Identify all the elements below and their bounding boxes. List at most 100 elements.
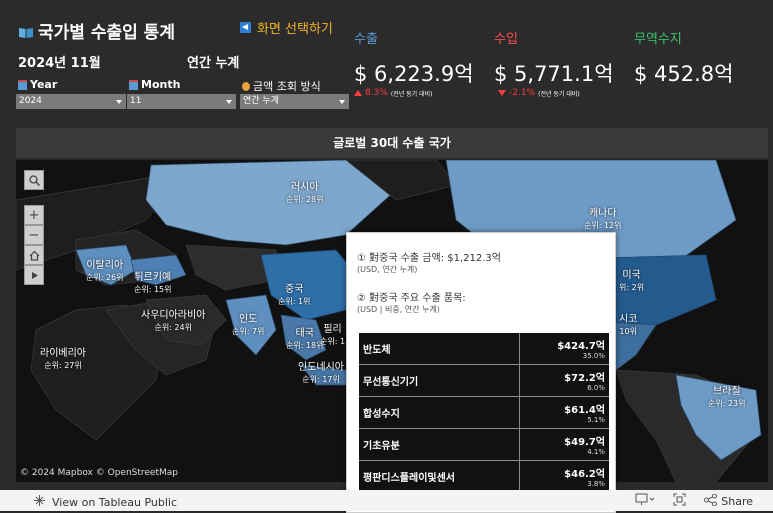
calendar-icon <box>129 79 138 90</box>
tooltip-export-amount: ① 對중국 수출 금액: $1,212.3억 <box>357 253 501 264</box>
item-value: $49.7억 4.1% <box>518 428 609 461</box>
country-rank: 순위: 26위 <box>86 273 124 282</box>
country-rank: 순위: 7위 <box>232 327 265 336</box>
country-rank: 순위: 28위 <box>286 195 324 204</box>
item-name: 반도체 <box>359 333 520 365</box>
map-controls: + − <box>24 170 44 285</box>
country-label: 이탈리아 순위: 26위 <box>86 260 124 284</box>
country-name: 러시아 <box>290 182 319 193</box>
calendar-icon <box>18 79 27 90</box>
share-icon <box>704 493 718 509</box>
country-label: 시코 10위 <box>619 314 637 338</box>
country-label: 인도 순위: 7위 <box>232 314 264 338</box>
money-bag-icon <box>242 81 250 91</box>
year-select[interactable]: 2024 <box>16 94 126 109</box>
country-label: 튀르키예 순위: 15위 <box>134 272 172 296</box>
download-icon[interactable] <box>635 493 655 509</box>
tooltip-items-note: (USD | 비중, 연간 누계) <box>357 305 440 314</box>
share-button[interactable]: Share <box>704 493 753 509</box>
item-value: $61.4억 5.1% <box>518 396 609 429</box>
title-text: 국가별 수출입 통계 <box>38 23 175 43</box>
country-name: 캐나다 <box>588 208 617 219</box>
country-name: 라이베리아 <box>40 348 86 359</box>
country-name: 사우디아라비아 <box>141 310 206 321</box>
country-label: 캐나다순위: 12위 <box>584 208 622 232</box>
country-name: 시코 <box>619 314 638 325</box>
screen-select-button[interactable]: 화면 선택하기 <box>240 18 333 37</box>
country-name: 브라질 <box>712 386 741 397</box>
export-change: 8.3% (전년 동기 대비) <box>354 88 433 98</box>
share-label: Share <box>721 494 753 508</box>
tableau-toolbar: View on Tableau Public Share <box>0 490 773 511</box>
table-row: 평판디스플레이및센서 $46.2억 3.8% <box>359 460 609 493</box>
method-select[interactable]: 연간 누계 <box>240 94 349 109</box>
view-on-tableau-label: View on Tableau Public <box>52 495 178 509</box>
item-name: 기초유분 <box>359 428 520 461</box>
country-rank: 순위: 12위 <box>584 221 622 230</box>
cumulative-label: 연간 누계 <box>187 56 240 71</box>
method-label-text: 금액 조회 방식 <box>253 80 321 93</box>
country-label: 라이베리아순위: 27위 <box>40 348 86 372</box>
book-icon <box>18 24 34 38</box>
month-filter-label: Month <box>129 78 180 91</box>
country-label: 필리 순위: 1 <box>320 324 345 348</box>
back-arrow-icon <box>240 22 251 33</box>
country-name: 태국 <box>295 328 314 339</box>
item-name: 평판디스플레이및센서 <box>359 460 520 493</box>
tooltip-items-title: ② 對중국 주요 수출 품목: <box>357 293 466 304</box>
export-change-note: (전년 동기 대비) <box>390 90 433 98</box>
search-icon[interactable] <box>24 170 44 190</box>
item-value-text: $49.7억 <box>564 437 605 448</box>
export-items-table: 반도체 $424.7억 35.0% 무선통신기기 $72.2억 6.0% 합성수지 $61… <box>359 333 609 493</box>
import-value: $ 5,771.1억 <box>494 62 614 86</box>
item-pct: 35.0% <box>582 352 605 360</box>
item-value-text: $61.4억 <box>564 405 605 416</box>
month-select-value: 11 <box>130 96 142 106</box>
item-name: 무선통신기기 <box>359 364 520 397</box>
zoom-out-icon[interactable]: − <box>24 225 44 245</box>
country-label: 태국순위: 18위 <box>286 328 324 352</box>
item-pct: 6.0% <box>587 384 605 392</box>
item-name: 합성수지 <box>359 396 520 429</box>
country-rank: 순위: 23위 <box>708 399 746 408</box>
table-row: 무선통신기기 $72.2억 6.0% <box>359 364 609 397</box>
month-select[interactable]: 11 <box>127 94 236 109</box>
fullscreen-icon[interactable] <box>673 493 686 509</box>
view-on-tableau-link[interactable]: View on Tableau Public <box>33 494 177 510</box>
export-value: $ 6,223.9억 <box>354 62 474 86</box>
item-value-text: $72.2억 <box>564 373 605 384</box>
map-attribution[interactable]: © 2024 Mapbox © OpenStreetMap <box>20 468 178 478</box>
period-label: 2024년 11월 <box>18 56 101 71</box>
country-rank: 위: 2위 <box>619 283 645 292</box>
year-filter-label: Year <box>18 78 57 91</box>
country-label: 미국위: 2위 <box>619 270 644 294</box>
item-pct: 4.1% <box>587 448 605 456</box>
import-change: -2.1% (전년 동기 대비) <box>498 88 580 98</box>
country-rank: 10위 <box>619 327 637 336</box>
play-icon[interactable] <box>24 265 44 285</box>
country-rank: 순위: 1위 <box>278 297 311 306</box>
home-icon[interactable] <box>24 245 44 265</box>
country-label: 중국 순위: 1위 <box>278 284 310 308</box>
page-title: 국가별 수출입 통계 <box>18 18 175 43</box>
chevron-down-icon <box>339 100 345 104</box>
tooltip-export-amount-note: (USD, 연간 누계) <box>357 265 418 274</box>
item-value-text: $424.7억 <box>557 341 605 352</box>
country-rank: 순위: 18위 <box>286 341 324 350</box>
screen-select-label: 화면 선택하기 <box>257 22 333 37</box>
country-name: 튀르키예 <box>134 272 172 283</box>
country-rank: 순위: 27위 <box>44 361 82 370</box>
zoom-in-icon[interactable]: + <box>24 205 44 225</box>
country-label: 사우디아라비아 순위: 24위 <box>141 310 205 334</box>
item-value: $72.2억 6.0% <box>518 364 609 397</box>
country-name: 미국 <box>622 270 641 281</box>
item-pct: 5.1% <box>587 416 605 424</box>
country-label: 인도네시아 순위: 17위 <box>298 362 344 386</box>
up-triangle-icon <box>354 90 362 96</box>
tableau-logo-icon <box>33 494 46 510</box>
export-label: 수출 <box>354 32 378 47</box>
method-select-value: 연간 누계 <box>243 96 279 106</box>
year-select-value: 2024 <box>19 96 42 106</box>
map-header: 글로벌 30대 수출 국가 <box>16 128 768 158</box>
country-rank: 순위: 17위 <box>302 375 340 384</box>
